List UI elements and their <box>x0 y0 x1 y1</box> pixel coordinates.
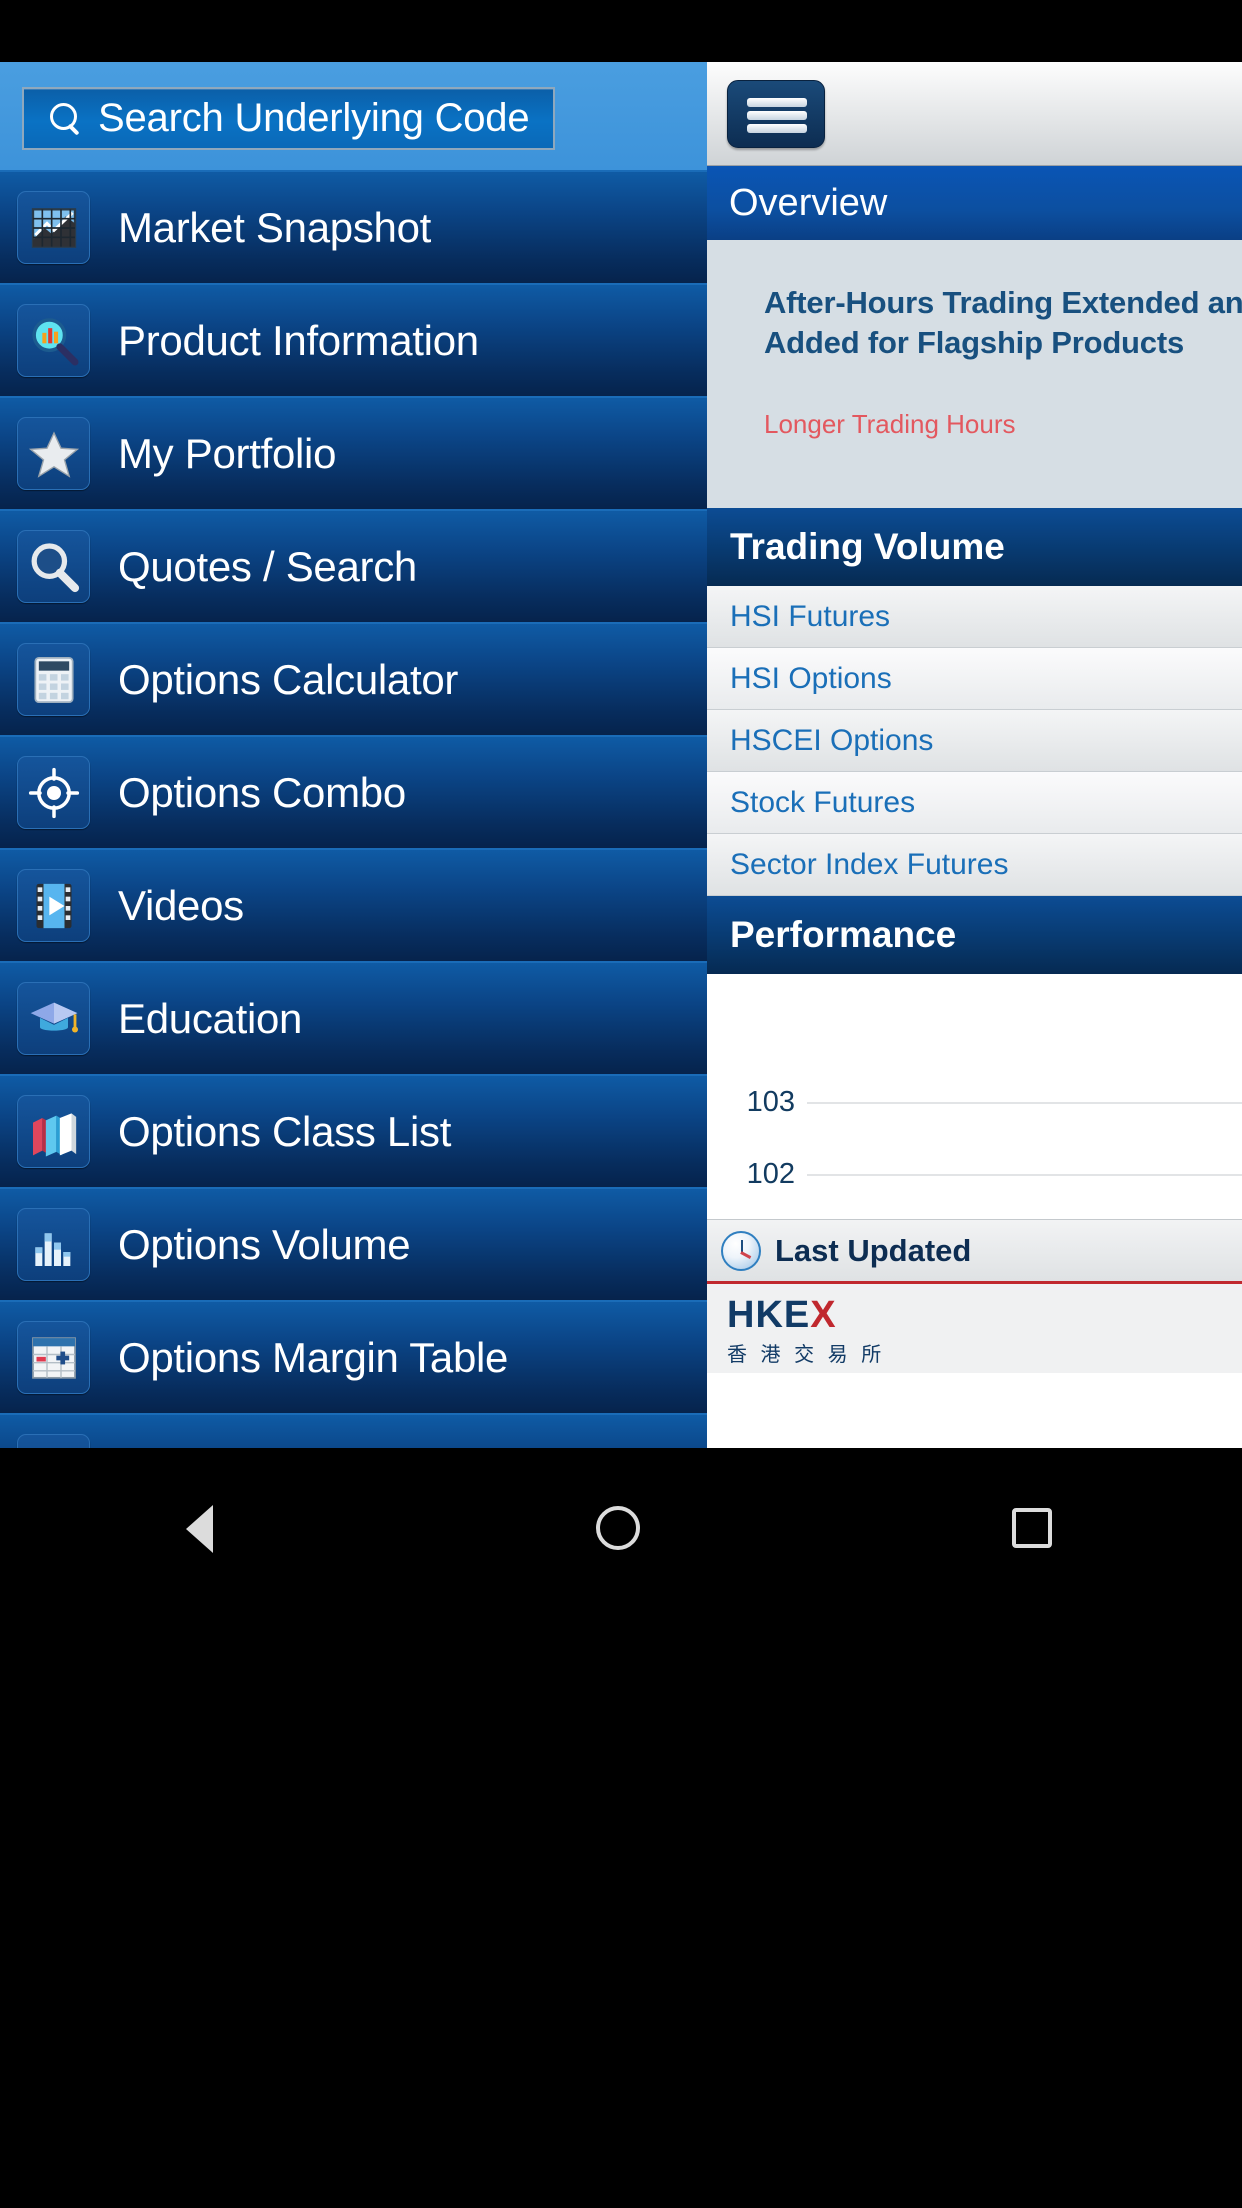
search-placeholder: Search Underlying Code <box>98 96 530 140</box>
drawer-item-label: Quotes / Search <box>118 542 417 590</box>
trading-volume-row-label: Stock Futures <box>730 785 916 819</box>
promo-banner-subline: Longer Trading Hours <box>764 409 1016 439</box>
last-updated-bar: Last Updated <box>707 1219 1242 1281</box>
performance-header: Performance <box>707 896 1242 974</box>
home-circle-icon[interactable] <box>586 1494 656 1564</box>
back-triangle-icon[interactable] <box>174 1494 244 1564</box>
hamburger-line <box>747 98 807 107</box>
drawer-item-label: Options Combo <box>118 768 406 816</box>
trading-volume-row[interactable]: HSCEI Options <box>707 710 1242 772</box>
content-top-bar <box>707 62 1242 166</box>
table-plus-icon <box>17 1321 90 1394</box>
bar-chart-icon <box>17 1208 90 1281</box>
trading-volume-row-label: HSCEI Options <box>730 723 934 757</box>
back-glyph <box>186 1505 213 1553</box>
tab-bar: Overview <box>707 166 1242 240</box>
drawer-item-videos[interactable]: Videos <box>0 848 707 961</box>
promo-banner-headline: After-Hours Trading Extended and Added f… <box>764 285 1242 360</box>
trading-volume-row-label: HSI Futures <box>730 599 891 633</box>
app-screen: Search Underlying Code Market Snapshot Pr… <box>0 0 1242 2208</box>
magnifier-bars-icon <box>17 304 90 377</box>
books-icon <box>17 1095 90 1168</box>
content-pane: Overview After-Hours Trading Extended an… <box>707 62 1242 1448</box>
drawer-item-label: Product Information <box>118 316 479 364</box>
drawer-item-my-portfolio[interactable]: My Portfolio <box>0 396 707 509</box>
last-updated-label: Last Updated <box>775 1232 972 1268</box>
drawer-item-futures-margin-table[interactable]: Futures Margin Table <box>0 1413 707 1448</box>
drawer-item-label: Options Calculator <box>118 655 459 703</box>
drawer-item-label: My Portfolio <box>118 429 337 477</box>
drawer-item-options-class-list[interactable]: Options Class List <box>0 1074 707 1187</box>
hamburger-line <box>747 124 807 133</box>
trading-volume-header: Trading Volume <box>707 508 1242 586</box>
trading-volume-row-label: Sector Index Futures <box>730 847 1009 881</box>
trading-volume-row-label: HSI Options <box>730 661 892 695</box>
drawer-menu-list: Market Snapshot Product Information My Por… <box>0 170 707 1448</box>
trading-volume-row[interactable]: Stock Futures <box>707 772 1242 834</box>
magnifier-icon <box>17 530 90 603</box>
chart-ytick-103: 103 <box>746 1086 795 1118</box>
search-bar-container: Search Underlying Code <box>0 62 707 170</box>
drawer-item-quotes-search[interactable]: Quotes / Search <box>0 509 707 622</box>
android-navigation-bar <box>0 1448 1242 2208</box>
drawer-item-market-snapshot[interactable]: Market Snapshot <box>0 170 707 283</box>
drawer-item-options-calculator[interactable]: Options Calculator <box>0 622 707 735</box>
clock-icon <box>17 1434 90 1448</box>
film-play-icon <box>17 869 90 942</box>
drawer-item-label: Market Snapshot <box>118 203 432 251</box>
performance-chart[interactable]: 103 102 <box>707 974 1242 1219</box>
clock-icon <box>721 1230 761 1271</box>
trading-volume-row[interactable]: HSI Futures <box>707 586 1242 648</box>
chart-gridline <box>807 1174 1242 1176</box>
target-icon <box>17 756 90 829</box>
drawer-item-label: Options Volume <box>118 1220 411 1268</box>
hkex-chinese-name: 香 港 交 易 所 <box>727 1344 886 1366</box>
drawer-item-education[interactable]: Education <box>0 961 707 1074</box>
chart-ytick-102: 102 <box>746 1158 795 1190</box>
chart-snapshot-icon <box>17 191 90 264</box>
hkex-x: X <box>810 1294 837 1336</box>
graduation-cap-icon <box>17 982 90 1055</box>
drawer-item-product-information[interactable]: Product Information <box>0 283 707 396</box>
drawer-item-options-margin-table[interactable]: Options Margin Table <box>0 1300 707 1413</box>
drawer-item-options-volume[interactable]: Options Volume <box>0 1187 707 1300</box>
drawer-item-label: Education <box>118 994 303 1042</box>
trading-volume-row[interactable]: Sector Index Futures <box>707 834 1242 896</box>
drawer-item-options-combo[interactable]: Options Combo <box>0 735 707 848</box>
drawer-item-label: Options Margin Table <box>118 1333 509 1381</box>
search-icon <box>48 102 82 136</box>
search-input[interactable]: Search Underlying Code <box>22 87 555 150</box>
drawer-item-label: Options Class List <box>118 1107 452 1155</box>
hamburger-icon[interactable] <box>727 80 825 148</box>
recent-glyph <box>1012 1508 1052 1548</box>
hkex-logo: HKEX 香 港 交 易 所 <box>707 1281 1242 1373</box>
trading-volume-list: HSI Futures HSI Options HSCEI Options Stock… <box>707 586 1242 896</box>
home-glyph <box>596 1506 640 1550</box>
trading-volume-title: Trading Volume <box>730 526 1005 567</box>
drawer-item-label: Videos <box>118 881 244 929</box>
chart-gridline <box>807 1102 1242 1104</box>
star-icon <box>17 417 90 490</box>
app-stage: Search Underlying Code Market Snapshot Pr… <box>0 62 1242 1448</box>
tab-overview[interactable]: Overview <box>729 166 887 240</box>
recent-square-icon[interactable] <box>1000 1494 1070 1564</box>
status-bar <box>0 0 1242 62</box>
trading-volume-row[interactable]: HSI Options <box>707 648 1242 710</box>
performance-title: Performance <box>730 914 957 955</box>
promo-banner[interactable]: After-Hours Trading Extended and Added f… <box>707 240 1242 508</box>
hkex-wordmark: HKEX <box>727 1294 837 1336</box>
navigation-drawer: Search Underlying Code Market Snapshot Pr… <box>0 62 707 1448</box>
hamburger-line <box>747 111 807 120</box>
calculator-icon <box>17 643 90 716</box>
